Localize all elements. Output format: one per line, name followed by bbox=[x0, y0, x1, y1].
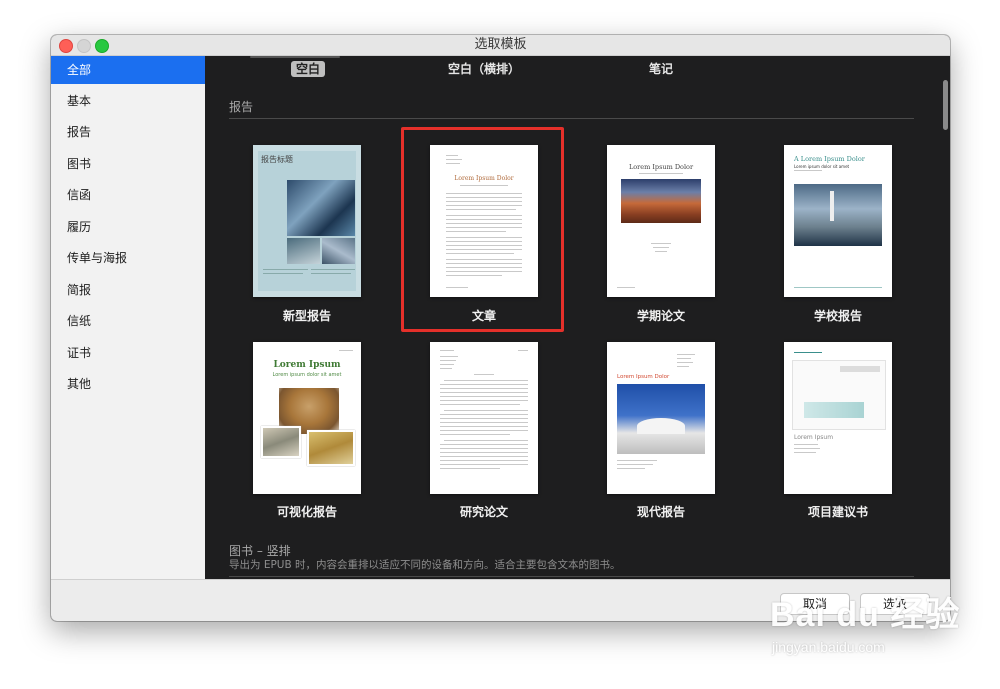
template-label-project-proposal[interactable]: 项目建议书 bbox=[758, 503, 918, 520]
template-thumb-school-report[interactable]: A Lorem Ipsum Dolor Lorem ipsum dolor si… bbox=[784, 145, 892, 297]
watermark-url: jingyan.baidu.com bbox=[772, 639, 885, 655]
close-button[interactable] bbox=[59, 39, 73, 53]
basic-templates-row: 空白 空白（横排） 笔记 bbox=[205, 56, 950, 84]
template-blank-label[interactable]: 空白 bbox=[291, 61, 326, 77]
template-thumb-research-paper[interactable] bbox=[430, 342, 538, 494]
section-divider bbox=[229, 118, 914, 119]
minimize-button[interactable] bbox=[77, 39, 91, 53]
thumb-subtitle: Lorem ipsum dolor sit amet bbox=[272, 372, 342, 378]
thumb-title: Lorem Ipsum Dolor bbox=[617, 374, 670, 380]
thumb-subtitle: Lorem ipsum dolor sit amet bbox=[794, 164, 850, 169]
thumb-title: 报告标题 bbox=[261, 155, 293, 164]
thumb-title: Lorem Ipsum bbox=[794, 434, 834, 441]
window-title: 选取模板 bbox=[474, 37, 527, 52]
sidebar-item-letters[interactable]: 信函 bbox=[51, 181, 205, 209]
template-thumb-term-paper[interactable]: Lorem Ipsum Dolor bbox=[607, 145, 715, 297]
template-gallery: 空白 空白（横排） 笔记 报告 报告标题 新型报告 Lorem Ipsum Do… bbox=[205, 56, 950, 579]
sidebar-item-books[interactable]: 图书 bbox=[51, 150, 205, 178]
baidu-watermark: Bai du 经验 jingyan.baidu.com bbox=[770, 577, 970, 667]
template-label-research-paper[interactable]: 研究论文 bbox=[404, 503, 564, 520]
sidebar-item-stationery[interactable]: 信纸 bbox=[51, 307, 205, 335]
template-label-article[interactable]: 文章 bbox=[404, 307, 564, 324]
sidebar-item-basic[interactable]: 基本 bbox=[51, 87, 205, 115]
section-title-reports: 报告 bbox=[229, 100, 254, 114]
category-sidebar: 全部 基本 报告 图书 信函 履历 传单与海报 简报 信纸 证书 其他 bbox=[51, 56, 205, 579]
template-label-school-report[interactable]: 学校报告 bbox=[758, 307, 918, 324]
thumb-title: Lorem Ipsum Dolor bbox=[628, 163, 694, 171]
scrollbar-thumb[interactable] bbox=[943, 80, 948, 130]
template-label-new-report[interactable]: 新型报告 bbox=[227, 307, 387, 324]
template-thumb-project-proposal[interactable]: Lorem Ipsum bbox=[784, 342, 892, 494]
sidebar-item-certificates[interactable]: 证书 bbox=[51, 339, 205, 367]
template-thumb-new-report[interactable]: 报告标题 bbox=[253, 145, 361, 297]
sidebar-item-other[interactable]: 其他 bbox=[51, 370, 205, 398]
template-chooser-window: 选取模板 全部 基本 报告 图书 信函 履历 传单与海报 简报 信纸 证书 其他… bbox=[51, 35, 950, 621]
sidebar-item-flyers-posters[interactable]: 传单与海报 bbox=[51, 244, 205, 272]
sidebar-item-newsletters[interactable]: 简报 bbox=[51, 276, 205, 304]
title-bar: 选取模板 bbox=[51, 35, 950, 56]
template-label-visual-report[interactable]: 可视化报告 bbox=[227, 503, 387, 520]
template-blank-landscape-label[interactable]: 空白（横排） bbox=[448, 61, 520, 77]
thumb-title: A Lorem Ipsum Dolor bbox=[794, 155, 865, 163]
thumb-title: Lorem Ipsum bbox=[273, 360, 341, 370]
selected-template-highlight bbox=[401, 127, 564, 332]
watermark-brand: Bai du 经验 bbox=[770, 596, 961, 634]
sidebar-item-all[interactable]: 全部 bbox=[51, 56, 205, 84]
template-notes-label[interactable]: 笔记 bbox=[649, 61, 673, 77]
sidebar-item-resumes[interactable]: 履历 bbox=[51, 213, 205, 241]
template-thumb-modern-report[interactable]: Lorem Ipsum Dolor bbox=[607, 342, 715, 494]
sidebar-item-reports[interactable]: 报告 bbox=[51, 118, 205, 146]
template-label-modern-report[interactable]: 现代报告 bbox=[581, 503, 741, 520]
template-thumb-visual-report[interactable]: Lorem Ipsum Lorem ipsum dolor sit amet bbox=[253, 342, 361, 494]
vertical-scrollbar[interactable] bbox=[940, 56, 950, 579]
section-description: 导出为 EPUB 时，内容会重排以适应不同的设备和方向。适合主要包含文本的图书。 bbox=[229, 559, 621, 571]
zoom-button[interactable] bbox=[95, 39, 109, 53]
template-label-term-paper[interactable]: 学期论文 bbox=[581, 307, 741, 324]
